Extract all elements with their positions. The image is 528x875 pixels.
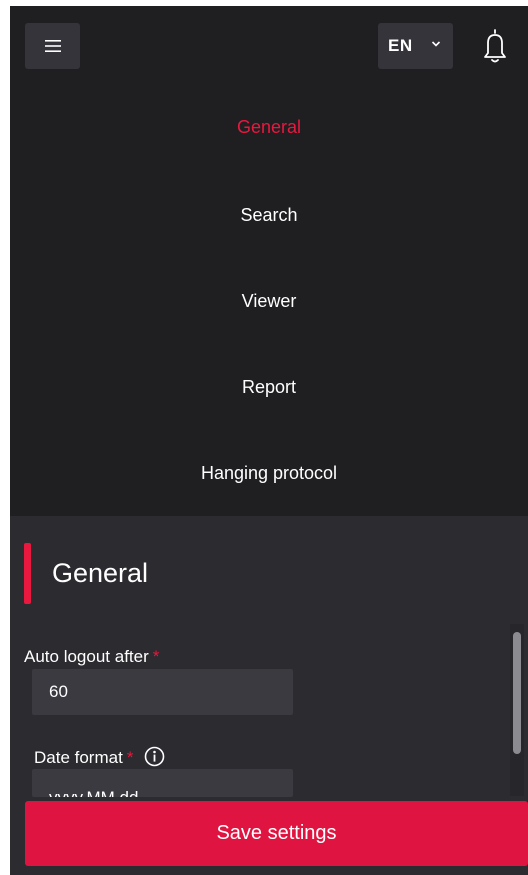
nav-item-general[interactable]: General xyxy=(10,84,528,170)
language-select[interactable]: EN xyxy=(378,23,453,69)
info-icon[interactable] xyxy=(144,746,165,767)
bell-icon[interactable] xyxy=(480,26,510,66)
nav-item-label: Report xyxy=(241,376,297,397)
nav-item-label: Search xyxy=(240,204,298,225)
date-format-label: Date format * xyxy=(34,746,165,768)
app-window: EN General Search Viewer Report Hanging … xyxy=(10,6,528,875)
required-mark: * xyxy=(152,647,160,666)
hamburger-icon xyxy=(44,40,61,52)
nav-item-hanging-protocol[interactable]: Hanging protocol xyxy=(10,430,528,516)
section-accent-bar xyxy=(24,543,31,604)
nav-item-viewer[interactable]: Viewer xyxy=(10,258,528,344)
auto-logout-input[interactable]: 60 xyxy=(32,669,293,715)
menu-button[interactable] xyxy=(25,23,80,69)
date-format-label-text: Date format xyxy=(34,748,123,767)
section-title: General xyxy=(52,558,149,588)
nav-item-label: Viewer xyxy=(241,290,297,311)
scrollbar-thumb[interactable] xyxy=(513,632,521,754)
settings-nav: General Search Viewer Report Hanging pro… xyxy=(10,84,528,516)
save-settings-button[interactable]: Save settings xyxy=(25,801,528,866)
top-bar: EN xyxy=(10,6,528,84)
auto-logout-label: Auto logout after * xyxy=(24,647,159,667)
date-format-value: yyyy.MM.dd xyxy=(49,788,138,797)
section-header: General xyxy=(24,543,148,604)
nav-item-label: General xyxy=(236,116,302,137)
chevron-down-icon xyxy=(431,41,441,47)
scrollbar[interactable] xyxy=(510,624,524,796)
save-settings-label: Save settings xyxy=(216,822,337,844)
nav-item-report[interactable]: Report xyxy=(10,344,528,430)
auto-logout-value: 60 xyxy=(49,682,68,701)
required-mark: * xyxy=(126,748,134,767)
language-value: EN xyxy=(388,36,413,55)
date-format-input[interactable]: yyyy.MM.dd xyxy=(32,769,293,797)
auto-logout-label-text: Auto logout after xyxy=(24,647,149,666)
nav-item-label: Hanging protocol xyxy=(200,462,338,483)
nav-item-search[interactable]: Search xyxy=(10,172,528,258)
